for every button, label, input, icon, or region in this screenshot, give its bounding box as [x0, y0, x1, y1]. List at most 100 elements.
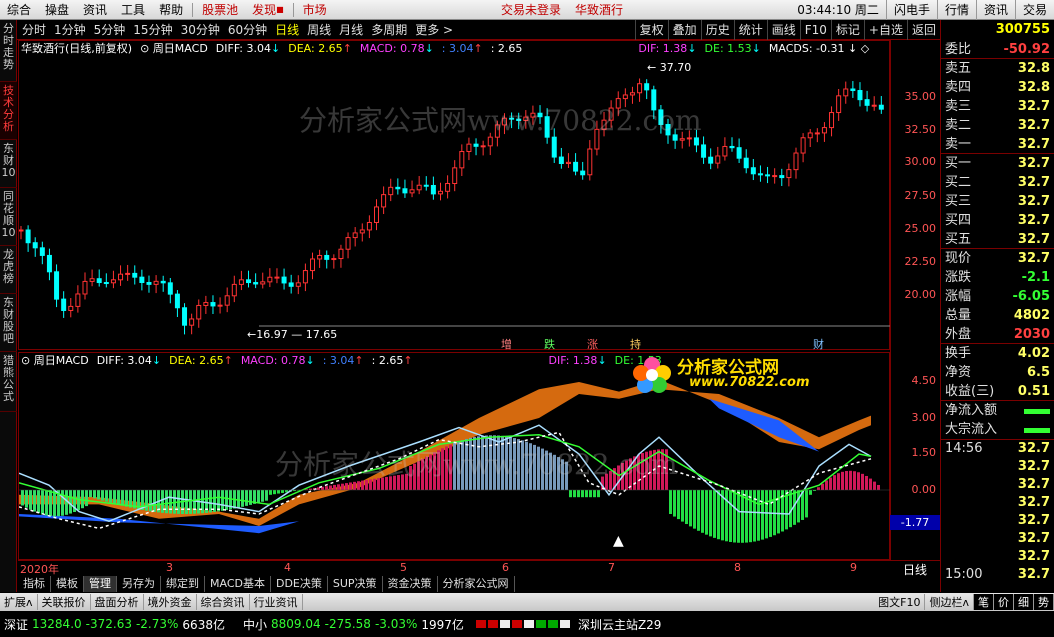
quote-row[interactable]: 大宗流入: [941, 420, 1054, 439]
tab-tonghuashun[interactable]: 同花顺10: [0, 188, 17, 246]
expand-button[interactable]: 扩展ʌ: [0, 594, 38, 610]
add-favorite-button[interactable]: +自选: [863, 19, 907, 40]
quote-row[interactable]: 买三 32.7: [941, 192, 1054, 211]
period-multi[interactable]: 多周期: [367, 20, 411, 40]
axis-tick-label: 35.00: [904, 90, 937, 103]
kline-chart[interactable]: 华致酒行(日线,前复权) ⊙ 周日MACD DIFF: 3.04↓ DEA: 2…: [18, 40, 891, 351]
menu-item-caopan[interactable]: 操盘: [38, 0, 76, 20]
menu-item-zixun[interactable]: 资讯: [76, 0, 114, 20]
quote-row[interactable]: 净资 6.5: [941, 363, 1054, 382]
login-status[interactable]: 交易未登录: [494, 0, 568, 20]
indicator-tab[interactable]: 模板: [51, 576, 84, 592]
indicator-tab[interactable]: 分析家公式网: [438, 576, 515, 592]
tab-longhubang[interactable]: 龙虎榜: [0, 246, 17, 294]
discover-menu[interactable]: 发现■: [245, 0, 291, 20]
quote-row[interactable]: 外盘 2030: [941, 325, 1054, 344]
tab-industry-news[interactable]: 行业资讯: [250, 594, 303, 610]
tab-trend[interactable]: 势: [1034, 594, 1054, 610]
quote-row[interactable]: 卖五 32.8: [941, 59, 1054, 78]
f10-button[interactable]: F10: [799, 19, 831, 40]
candle-body: [523, 116, 529, 122]
quote-row[interactable]: 买五 32.7: [941, 230, 1054, 249]
menu-item-zonghe[interactable]: 综合: [0, 0, 38, 20]
indicator-tab[interactable]: 管理: [84, 576, 117, 592]
tab-guba[interactable]: 东财股吧: [0, 294, 17, 352]
quote-row[interactable]: 涨跌 -2.1: [941, 268, 1054, 287]
draw-line-button[interactable]: 画线: [766, 19, 800, 40]
indicator-tab[interactable]: SUP决策: [328, 576, 383, 592]
candle-body: [836, 95, 842, 114]
period-15min[interactable]: 15分钟: [129, 20, 176, 40]
quote-row[interactable]: 买四 32.7: [941, 211, 1054, 230]
trade-button[interactable]: 交易: [1014, 0, 1054, 20]
quote-row[interactable]: 买一 32.7: [941, 154, 1054, 173]
period-daily[interactable]: 日线: [271, 20, 303, 40]
market-menu[interactable]: 市场: [296, 0, 334, 20]
tab-price[interactable]: 价: [994, 594, 1014, 610]
indicator-tab[interactable]: 另存为: [117, 576, 161, 592]
quote-row[interactable]: 收益(三) 0.51: [941, 382, 1054, 401]
period-30min[interactable]: 30分钟: [177, 20, 224, 40]
tab-dongcai[interactable]: 东财10: [0, 140, 17, 188]
candle-body: [473, 143, 479, 147]
graphic-f10-button[interactable]: 图文F10: [874, 594, 926, 610]
quote-row[interactable]: 总量 4802: [941, 306, 1054, 325]
tab-market-analysis[interactable]: 盘面分析: [91, 594, 144, 610]
period-weekly[interactable]: 周线: [303, 20, 335, 40]
period-60min[interactable]: 60分钟: [224, 20, 271, 40]
tab-general-news[interactable]: 综合资讯: [197, 594, 250, 610]
period-5min[interactable]: 5分钟: [90, 20, 130, 40]
menu-bar: 综合 操盘 资讯 工具 帮助 股票池 发现■ 市场 交易未登录 华致酒行 03:…: [0, 0, 1054, 20]
sz-index-label[interactable]: 深证: [0, 616, 32, 633]
mark-button[interactable]: 标记: [830, 19, 864, 40]
lightning-hand-button[interactable]: 闪电手: [885, 0, 937, 20]
quote-row[interactable]: 委比 -50.92: [941, 40, 1054, 59]
period-monthly[interactable]: 月线: [335, 20, 367, 40]
quote-row[interactable]: 卖二 32.7: [941, 116, 1054, 135]
quote-row[interactable]: 卖四 32.8: [941, 78, 1054, 97]
tab-foreign-capital[interactable]: 境外资金: [144, 594, 197, 610]
tab-formula[interactable]: 猎熊公式: [0, 352, 17, 412]
quote-row[interactable]: 净流入额: [941, 401, 1054, 420]
indicator-tab[interactable]: MACD基本: [205, 576, 271, 592]
zx-index-label[interactable]: 中小: [239, 616, 271, 633]
quote-row[interactable]: 卖三 32.7: [941, 97, 1054, 116]
tab-technical[interactable]: 技术分析: [0, 82, 17, 140]
server-label[interactable]: 深圳云主站Z29: [578, 616, 662, 633]
stock-pool-menu[interactable]: 股票池: [195, 0, 245, 20]
indicator-tab[interactable]: DDE决策: [271, 576, 328, 592]
sidebar-toggle-button[interactable]: 侧边栏ʌ: [925, 594, 974, 610]
axis-tick-label: 22.50: [904, 255, 937, 268]
tick-rows: 14:56 32.7 32.7 32.7 32.7 32.7 32.7 32.7 15:00 32…: [941, 439, 1054, 584]
macd-histogram-bar: [697, 490, 700, 531]
adjust-button[interactable]: 复权: [634, 19, 668, 40]
back-button[interactable]: 返回: [906, 19, 940, 40]
macd-histogram-bar: [737, 490, 740, 543]
candle-body: [829, 112, 835, 129]
tab-detail[interactable]: 细: [1014, 594, 1034, 610]
stats-button[interactable]: 统计: [733, 19, 767, 40]
indicator-tab[interactable]: 指标: [18, 576, 51, 592]
period-fenshi[interactable]: 分时: [18, 20, 50, 40]
period-1min[interactable]: 1分钟: [50, 20, 90, 40]
indicator-tab[interactable]: 绑定到: [161, 576, 205, 592]
quote-row[interactable]: 现价 32.7: [941, 249, 1054, 268]
quote-button[interactable]: 行情: [936, 0, 976, 20]
period-more[interactable]: 更多 >: [411, 20, 457, 40]
macd-chart[interactable]: ⊙ 周日MACD DIFF: 3.04↓ DEA: 2.65↑ MACD: 0.…: [18, 352, 891, 560]
history-button[interactable]: 历史: [700, 19, 734, 40]
quote-row[interactable]: 涨幅 -6.05: [941, 287, 1054, 306]
logo-url: www.70822.com: [689, 375, 810, 390]
quote-row[interactable]: 卖一 32.7: [941, 135, 1054, 154]
news-button[interactable]: 资讯: [975, 0, 1015, 20]
tab-intraday[interactable]: 分时走势: [0, 20, 17, 82]
candle-body: [516, 118, 522, 122]
quote-row[interactable]: 买二 32.7: [941, 173, 1054, 192]
quote-row[interactable]: 换手 4.02: [941, 344, 1054, 363]
tab-related-quote[interactable]: 关联报价: [38, 594, 91, 610]
menu-item-gongju[interactable]: 工具: [114, 0, 152, 20]
menu-item-bangzhu[interactable]: 帮助: [152, 0, 190, 20]
overlay-button[interactable]: 叠加: [667, 19, 701, 40]
indicator-tab[interactable]: 资金决策: [383, 576, 438, 592]
tab-trade[interactable]: 笔: [974, 594, 994, 610]
